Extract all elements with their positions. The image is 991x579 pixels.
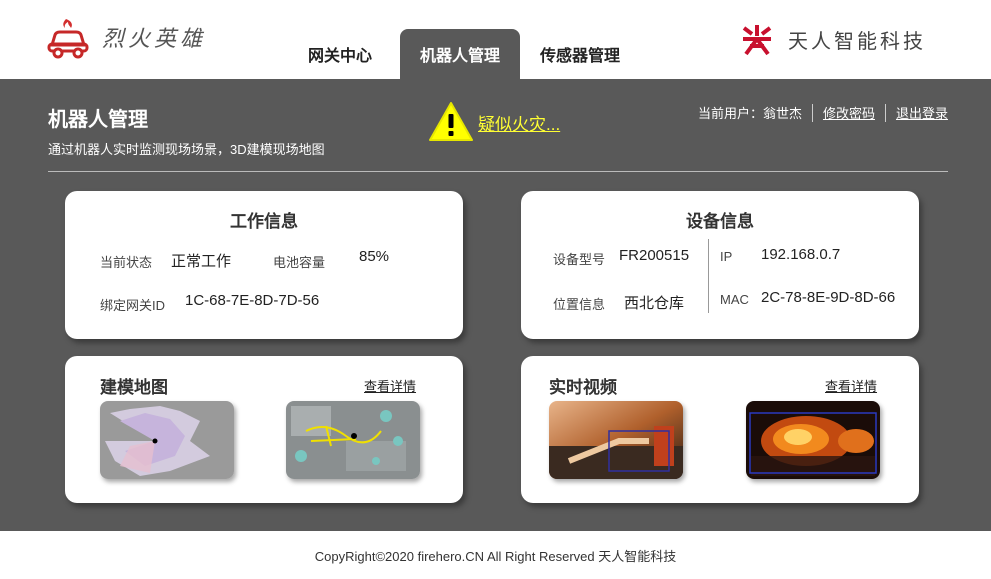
work-info-card: 工作信息 当前状态 正常工作 电池容量 85% 绑定网关ID 1C-68-7E-… [65,191,463,339]
fire-alert[interactable]: 疑似火灾... [428,101,560,143]
lidar-map-image [100,401,234,479]
gateway-value: 1C-68-7E-8D-7D-56 [185,292,320,309]
map-more-link[interactable]: 查看详情 [364,376,416,395]
video-card: 实时视频 查看详情 [521,356,919,503]
main-nav: 网关中心 机器人管理 传感器管理 [280,29,640,79]
logout-link[interactable]: 退出登录 [896,103,948,122]
ip-value: 192.168.0.7 [761,246,841,263]
tab-robot-management[interactable]: 机器人管理 [400,29,520,79]
device-info-card: 设备信息 设备型号 FR200515 位置信息 西北仓库 IP 192.168.… [521,191,919,339]
mac-value: 2C-78-8E-9D-8D-66 [761,289,896,306]
mac-label: MAC [720,292,749,307]
video-thumbnail-2[interactable] [746,401,880,479]
header: 烈火英雄 网关中心 机器人管理 传感器管理 天人智能科技 [0,0,991,79]
tab-gateway-center[interactable]: 网关中心 [280,29,400,79]
path-map-image [286,401,420,479]
copyright-text: CopyRight©2020 firehero.CN All Right Res… [314,548,677,564]
status-value: 正常工作 [171,253,232,270]
device-info-title: 设备信息 [686,212,754,231]
location-value: 西北仓库 [624,295,685,312]
footer: CopyRight©2020 firehero.CN All Right Res… [0,531,991,579]
video-more-link[interactable]: 查看详情 [825,376,877,395]
battery-value: 85% [359,248,390,265]
work-info-title: 工作信息 [230,212,298,231]
location-label: 位置信息 [553,297,606,312]
user-bar: 当前用户：翁世杰 修改密码 退出登录 [698,103,948,122]
ip-label: IP [720,249,733,264]
model-value: FR200515 [619,247,690,264]
company-logo: 天人智能科技 [740,22,926,56]
header-divider [48,171,948,172]
video-card-title: 实时视频 [549,378,617,397]
video-frame-image [549,401,683,479]
page-title: 机器人管理 [48,109,148,131]
status-label: 当前状态 [100,255,153,270]
battery-label: 电池容量 [273,255,326,270]
warning-icon [429,102,473,141]
column-divider [708,239,709,313]
company-name: 天人智能科技 [788,28,926,53]
map-card: 建模地图 查看详情 [65,356,463,503]
brand-logo[interactable]: 烈火英雄 [46,15,206,59]
separator [811,103,813,122]
main-panel: 机器人管理 通过机器人实时监测现场场景，3D建模现场地图 疑似火灾... 当前用… [0,79,991,531]
change-password-link[interactable]: 修改密码 [823,103,875,122]
page-subtitle: 通过机器人实时监测现场场景，3D建模现场地图 [48,142,325,157]
fire-car-icon [47,19,89,59]
model-label: 设备型号 [553,252,606,267]
map-thumbnail-path[interactable] [286,401,420,479]
tab-sensor-management[interactable]: 传感器管理 [520,29,640,79]
current-user: 当前用户：翁世杰 [697,106,802,121]
video-thumbnail-1[interactable] [549,401,683,479]
brand-name: 烈火英雄 [102,27,207,52]
company-mark-icon [741,23,773,56]
gateway-label: 绑定网关ID [100,298,166,313]
separator [884,103,886,122]
fire-video-image [746,401,880,479]
fire-alert-link[interactable]: 疑似火灾... [478,110,560,135]
map-thumbnail-lidar[interactable] [100,401,234,479]
map-card-title: 建模地图 [100,378,168,397]
